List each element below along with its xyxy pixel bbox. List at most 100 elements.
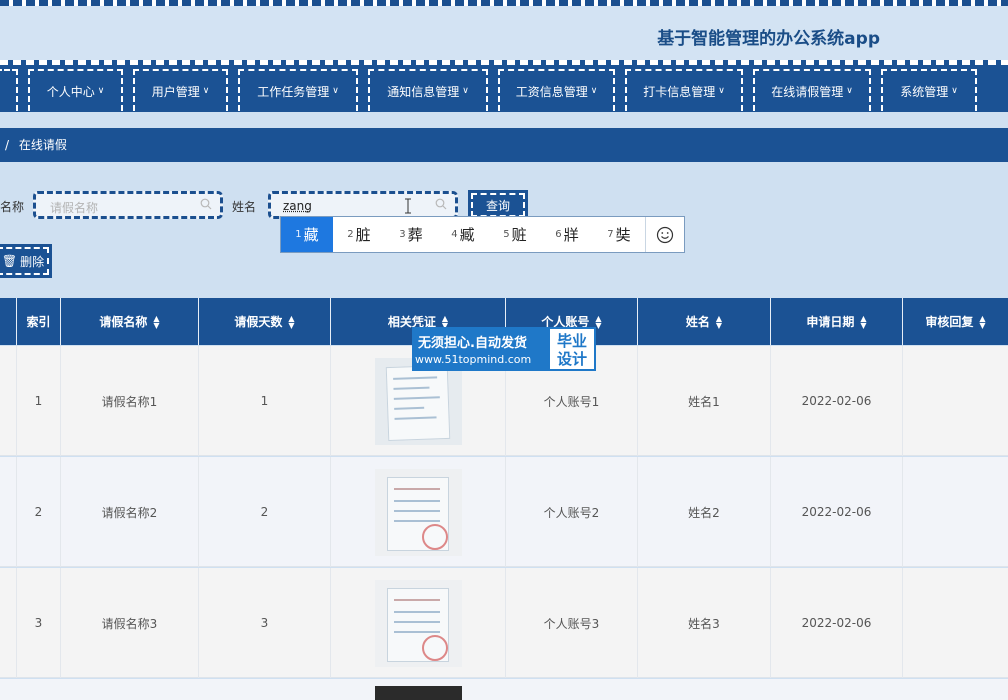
candidate-number: 1 xyxy=(295,229,302,240)
table-row[interactable] xyxy=(0,679,1008,700)
column-label: 审核回复 xyxy=(925,315,974,329)
doc-line xyxy=(393,630,440,633)
row-checkbox[interactable] xyxy=(0,568,17,678)
delete-button[interactable]: 🗑 删除 xyxy=(0,244,52,278)
name-input[interactable]: zang xyxy=(268,191,458,219)
candidate-text: 脏 xyxy=(355,226,371,244)
cell-name: 姓名3 xyxy=(638,568,771,678)
document-image xyxy=(386,476,449,551)
nav-item-leave-management[interactable]: 在线请假管理 ∨ xyxy=(753,69,871,111)
breadcrumb-current[interactable]: 在线请假 xyxy=(19,138,67,152)
app-title: 基于智能管理的办公系统app xyxy=(657,29,880,49)
chevron-down-icon: ∨ xyxy=(332,86,339,96)
nav-border xyxy=(0,60,1008,65)
sort-icon[interactable]: ▲ ▼ xyxy=(860,314,866,329)
candidate-number: 6 xyxy=(555,229,562,240)
document-image xyxy=(385,364,450,441)
column-label: 请假天数 xyxy=(234,315,283,329)
voucher-thumbnail[interactable] xyxy=(375,686,462,700)
cell-index: 2 xyxy=(17,457,61,567)
ime-candidate[interactable]: 3葬 xyxy=(385,217,437,252)
candidate-text: 臧 xyxy=(459,226,475,244)
column-header-leave-name[interactable]: 请假名称 ▲ ▼ xyxy=(61,298,199,345)
cell-leave-name: 请假名称3 xyxy=(61,568,199,678)
sort-icon[interactable]: ▲ ▼ xyxy=(153,314,159,329)
candidate-number: 7 xyxy=(607,229,614,240)
cell-name: 姓名2 xyxy=(638,457,771,567)
cell-index: 1 xyxy=(17,346,61,456)
nav-label: 打卡信息管理 xyxy=(643,84,716,99)
watermark: 无须担心.自动发货 www.51topmind.com 毕业 设计 xyxy=(412,327,596,371)
cell-name: 姓名1 xyxy=(638,346,771,456)
doc-line xyxy=(393,509,440,512)
candidate-text: 葬 xyxy=(407,226,423,244)
ime-candidate[interactable]: 2脏 xyxy=(333,217,385,252)
nav-item-home-partial[interactable] xyxy=(0,69,18,111)
nav-item-personal-center[interactable]: 个人中心 ∨ xyxy=(28,69,123,111)
sort-icon[interactable]: ▲ ▼ xyxy=(979,314,985,329)
nav-item-system-management[interactable]: 系统管理 ∨ xyxy=(881,69,977,111)
query-button-label: 查询 xyxy=(485,198,510,213)
candidate-text: 藏 xyxy=(303,226,319,244)
candidate-number: 3 xyxy=(399,229,406,240)
ime-candidate[interactable]: 4臧 xyxy=(437,217,489,252)
table-row[interactable]: 2 请假名称2 2 个人账号2 姓名2 2022-02-06 xyxy=(0,457,1008,567)
cell-voucher xyxy=(331,457,506,567)
cell-account: 个人账号3 xyxy=(506,568,638,678)
chevron-down-icon: ∨ xyxy=(590,86,598,96)
doc-line xyxy=(393,620,440,623)
nav-item-task-management[interactable]: 工作任务管理 ∨ xyxy=(238,69,358,111)
stamp-icon xyxy=(421,523,448,550)
column-label: 请假名称 xyxy=(99,315,148,329)
delete-button-label: 删除 xyxy=(20,254,45,269)
doc-line xyxy=(393,499,440,502)
column-header-index: 索引 xyxy=(17,298,61,345)
nav-label: 个人中心 xyxy=(46,84,95,99)
doc-line xyxy=(394,415,437,420)
cell-review-reply xyxy=(903,457,1008,567)
leave-name-input[interactable]: 请假名称 xyxy=(33,191,223,219)
cell-leave-name: 请假名称1 xyxy=(61,346,199,456)
name-label: 姓名 xyxy=(232,200,257,214)
candidate-number: 2 xyxy=(347,229,354,240)
ime-candidate[interactable]: 5赃 xyxy=(489,217,541,252)
doc-line xyxy=(392,386,430,390)
column-header-name[interactable]: 姓名 ▲ ▼ xyxy=(638,298,771,345)
chevron-down-icon: ∨ xyxy=(846,86,853,96)
search-icon xyxy=(435,198,447,210)
nav-item-user-management[interactable]: 用户管理 ∨ xyxy=(133,69,228,111)
voucher-thumbnail[interactable] xyxy=(374,579,462,667)
checkbox-column-header[interactable] xyxy=(0,298,17,345)
watermark-slogan: 无须担心.自动发货 xyxy=(418,336,527,351)
column-label: 姓名 xyxy=(685,315,710,329)
sort-icon[interactable]: ▲ ▼ xyxy=(288,314,294,329)
sort-icon[interactable]: ▲ ▼ xyxy=(595,314,601,329)
nav-label: 通知信息管理 xyxy=(387,84,460,99)
ime-candidate[interactable]: 6牂 xyxy=(541,217,593,252)
text-cursor-icon xyxy=(405,198,411,214)
sort-icon[interactable]: ▲ ▼ xyxy=(716,314,722,329)
app-header: 基于智能管理的办公系统app xyxy=(0,6,1008,60)
chevron-down-icon: ∨ xyxy=(462,86,469,96)
column-header-days[interactable]: 请假天数 ▲ ▼ xyxy=(199,298,331,345)
candidate-text: 奘 xyxy=(615,226,631,244)
ime-candidate[interactable]: 7奘 xyxy=(593,217,645,252)
candidate-number: 4 xyxy=(451,229,458,240)
stamp-icon xyxy=(421,634,448,661)
emoji-icon[interactable] xyxy=(645,217,684,252)
doc-line xyxy=(393,519,440,522)
column-header-date[interactable]: 申请日期 ▲ ▼ xyxy=(771,298,903,345)
cell-date: 2022-02-06 xyxy=(771,457,903,567)
nav-label: 用户管理 xyxy=(151,84,200,99)
row-checkbox[interactable] xyxy=(0,346,17,456)
column-header-review-reply[interactable]: 审核回复 ▲ ▼ xyxy=(903,298,1008,345)
nav-item-notice-management[interactable]: 通知信息管理 ∨ xyxy=(368,69,488,111)
nav-item-salary-management[interactable]: 工资信息管理 ∨ xyxy=(498,69,615,111)
table-row[interactable]: 3 请假名称3 3 个人账号3 姓名3 2022-02-06 xyxy=(0,568,1008,678)
ime-candidate[interactable]: 1藏 xyxy=(281,217,333,252)
chevron-down-icon: ∨ xyxy=(951,86,958,96)
search-icon xyxy=(200,198,212,210)
nav-item-attendance-management[interactable]: 打卡信息管理 ∨ xyxy=(625,69,743,111)
voucher-thumbnail[interactable] xyxy=(374,468,462,556)
row-checkbox[interactable] xyxy=(0,457,17,567)
